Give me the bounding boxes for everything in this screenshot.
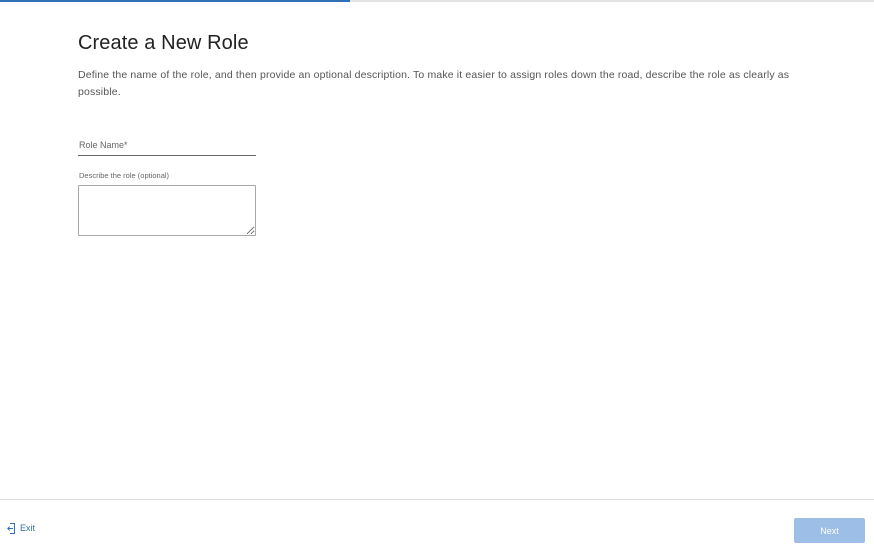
page-description: Define the name of the role, and then pr… — [78, 69, 790, 98]
role-name-field — [78, 136, 256, 156]
exit-label: Exit — [20, 523, 36, 533]
next-button[interactable]: Next — [794, 518, 865, 543]
progress-bar — [0, 0, 874, 2]
description-label: Describe the role (optional) — [79, 171, 170, 180]
footer-divider — [0, 499, 874, 500]
description-textarea[interactable] — [78, 185, 256, 236]
exit-door-icon — [7, 522, 16, 535]
role-name-input[interactable] — [78, 136, 255, 154]
exit-button[interactable]: Exit — [7, 520, 35, 536]
create-role-page: Create a New Role Define the name of the… — [0, 0, 874, 550]
progress-bar-fill — [0, 0, 350, 2]
page-title: Create a New Role — [78, 32, 249, 54]
